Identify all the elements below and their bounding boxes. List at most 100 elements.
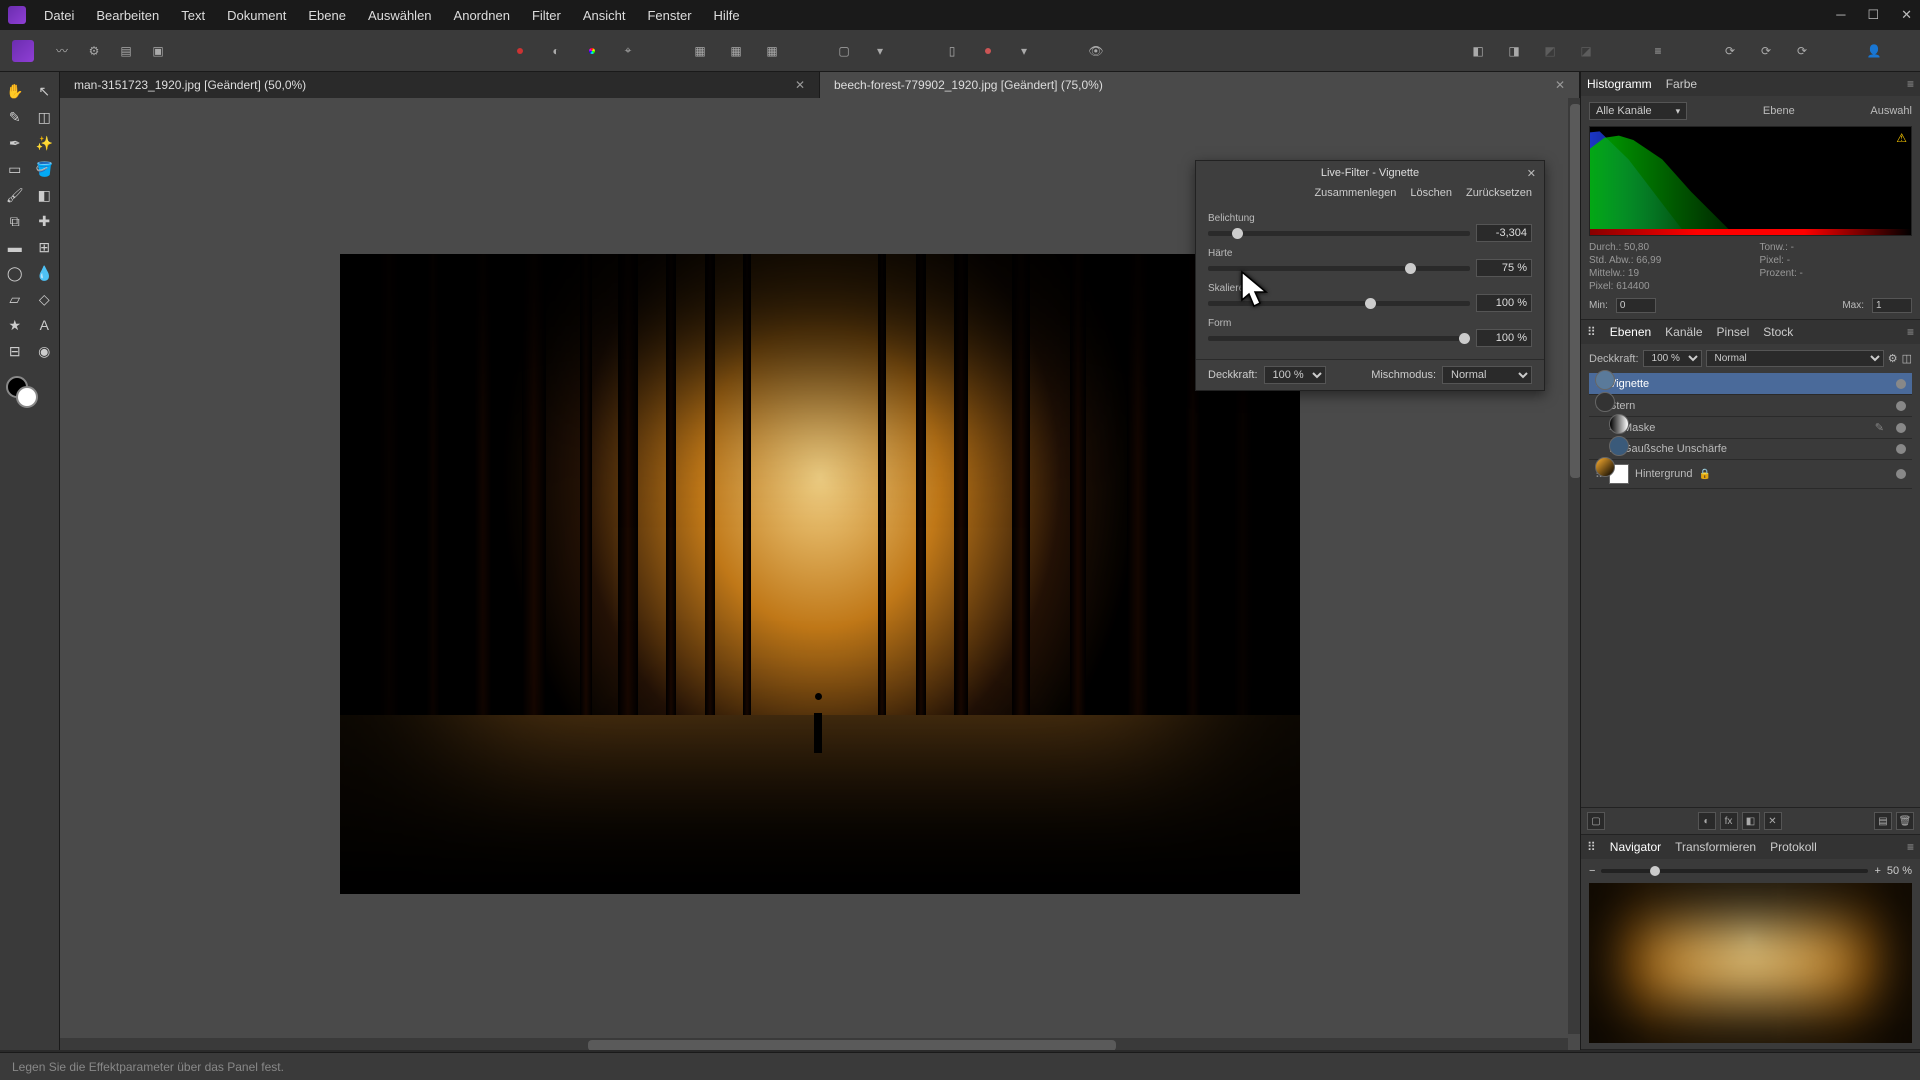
mesh-tool-icon[interactable]: ⊟ (0, 338, 30, 364)
layer-maske[interactable]: › Maske ✎ (1589, 417, 1912, 439)
mask-layer-button[interactable]: ▢ (1587, 812, 1605, 830)
visibility-toggle[interactable] (1896, 423, 1906, 433)
close-dialog-icon[interactable]: ✕ (1527, 167, 1536, 180)
move-tool-icon[interactable]: ↖ (30, 78, 60, 104)
menu-filter[interactable]: Filter (532, 8, 561, 23)
panel-menu-icon[interactable]: ≡ (1907, 77, 1914, 91)
visibility-toggle[interactable] (1896, 469, 1906, 479)
menu-arrange[interactable]: Anordnen (454, 8, 510, 23)
align-icon[interactable]: ≡ (1644, 37, 1672, 65)
sync-3-icon[interactable]: ⟳ (1788, 37, 1816, 65)
heal-tool-icon[interactable]: ✚ (30, 208, 60, 234)
visibility-toggle[interactable] (1896, 401, 1906, 411)
tab-stock[interactable]: Stock (1763, 325, 1793, 339)
hand-tool-icon[interactable]: ✋ (0, 78, 30, 104)
dialog-opacity-select[interactable]: 100 % (1264, 366, 1326, 384)
grid-2-icon[interactable]: ▦ (722, 37, 750, 65)
blend-options-icon[interactable]: ⚙ (1888, 352, 1898, 365)
arrange-4-icon[interactable]: ◪ (1572, 37, 1600, 65)
tab-transform[interactable]: Transformieren (1675, 840, 1756, 854)
hardness-slider[interactable] (1208, 266, 1470, 271)
close-window-button[interactable]: ✕ (1901, 7, 1912, 23)
brush-tool-icon[interactable]: 🖌 (0, 182, 30, 208)
adjust-button[interactable]: ◐ (1698, 812, 1716, 830)
menu-window[interactable]: Fenster (647, 8, 691, 23)
picker-icon[interactable]: ⌖ (614, 37, 642, 65)
delete-link[interactable]: Löschen (1410, 187, 1452, 199)
tab-navigator[interactable]: Navigator (1610, 840, 1661, 854)
color-wheel-icon[interactable] (578, 37, 606, 65)
dodge-tool-icon[interactable]: ◯ (0, 260, 30, 286)
zoom-in-button[interactable]: + (1874, 865, 1880, 877)
layer-vignette[interactable]: ⠿ Vignette (1589, 373, 1912, 395)
color-swatches[interactable] (6, 376, 46, 416)
scope-selection[interactable]: Auswahl (1870, 105, 1912, 117)
menu-file[interactable]: Datei (44, 8, 74, 23)
persona-photo-icon[interactable] (12, 40, 34, 62)
canvas[interactable] (340, 254, 1300, 894)
tab-channels[interactable]: Kanäle (1665, 325, 1702, 339)
arrange-2-icon[interactable]: ◨ (1500, 37, 1528, 65)
tab-histogram[interactable]: Histogramm (1587, 77, 1652, 91)
menu-document[interactable]: Dokument (227, 8, 286, 23)
zoom-out-button[interactable]: − (1589, 865, 1595, 877)
swatch-red-icon[interactable] (506, 37, 534, 65)
crop-ratio-icon[interactable]: ▯ (938, 37, 966, 65)
scrollbar-horizontal[interactable] (60, 1038, 1568, 1050)
edit-icon[interactable]: ✎ (1875, 421, 1884, 434)
pen-tool-icon[interactable]: ✒ (0, 130, 30, 156)
scrollbar-vertical[interactable] (1568, 98, 1580, 1034)
wand-tool-icon[interactable]: ✨ (30, 130, 60, 156)
menu-layer[interactable]: Ebene (308, 8, 346, 23)
shape-tool-icon[interactable]: ▱ (0, 286, 30, 312)
crop-tool-icon[interactable]: ◫ (30, 104, 60, 130)
panel-menu-icon[interactable]: ≡ (1907, 325, 1914, 339)
sync-1-icon[interactable]: ⟳ (1716, 37, 1744, 65)
aspect-icon[interactable] (974, 37, 1002, 65)
lock-icon[interactable]: 🔒 (1698, 469, 1710, 480)
grid-3-icon[interactable]: ▦ (758, 37, 786, 65)
layer-hintergrund[interactable]: ⠿ Hintergrund 🔒 (1589, 460, 1912, 489)
persona-develop-icon[interactable]: ⚙ (80, 37, 108, 65)
minimize-button[interactable]: ─ (1836, 7, 1845, 23)
menu-text[interactable]: Text (181, 8, 205, 23)
scale-slider[interactable] (1208, 301, 1470, 306)
sync-2-icon[interactable]: ⟳ (1752, 37, 1780, 65)
mask-button[interactable]: ◧ (1742, 812, 1760, 830)
reset-link[interactable]: Zurücksetzen (1466, 187, 1532, 199)
account-icon[interactable]: 👤 (1860, 37, 1888, 65)
arrange-1-icon[interactable]: ◧ (1464, 37, 1492, 65)
fx-button[interactable]: fx (1720, 812, 1738, 830)
dialog-blend-select[interactable]: Normal (1442, 366, 1532, 384)
blend-extra-icon[interactable]: ◫ (1902, 352, 1912, 365)
persona-tonemap-icon[interactable]: ▤ (112, 37, 140, 65)
panel-menu-icon[interactable]: ≡ (1907, 840, 1914, 854)
gradient-tool-icon[interactable]: ▬ (0, 234, 30, 260)
layer-blend-select[interactable]: Normal (1706, 350, 1884, 367)
dropdown-icon[interactable]: ▾ (866, 37, 894, 65)
menu-select[interactable]: Auswählen (368, 8, 432, 23)
layer-stern[interactable]: ⠿ Stern (1589, 395, 1912, 417)
lasso-tool-icon[interactable]: ✎ (0, 104, 30, 130)
marquee-tool-icon[interactable]: ▭ (0, 156, 30, 182)
exposure-value[interactable]: -3,304 (1476, 224, 1532, 242)
add-layer-button[interactable]: ▤ (1874, 812, 1892, 830)
live-filter-dialog[interactable]: Live-Filter - Vignette ✕ Zusammenlegen L… (1195, 160, 1545, 391)
persona-liquify-icon[interactable]: 〰 (48, 37, 76, 65)
scrollbar-thumb[interactable] (588, 1040, 1116, 1050)
clone-tool-icon[interactable]: ⧉ (0, 208, 30, 234)
stamp-tool-icon[interactable]: ⊞ (30, 234, 60, 260)
visibility-toggle[interactable] (1896, 444, 1906, 454)
tab-layers[interactable]: Ebenen (1610, 325, 1651, 339)
layer-opacity-select[interactable]: 100 % (1643, 350, 1702, 367)
auto-levels-icon[interactable]: ◐ (542, 37, 570, 65)
eyedropper-tool-icon[interactable]: ◉ (30, 338, 60, 364)
dropdown-2-icon[interactable]: ▾ (1010, 37, 1038, 65)
menu-view[interactable]: Ansicht (583, 8, 626, 23)
delete-layer-button[interactable]: 🗑 (1896, 812, 1914, 830)
preview-icon[interactable]: 👁 (1082, 37, 1110, 65)
max-input[interactable] (1872, 298, 1912, 313)
tab-brushes[interactable]: Pinsel (1717, 325, 1750, 339)
grid-1-icon[interactable]: ▦ (686, 37, 714, 65)
scope-layer[interactable]: Ebene (1763, 105, 1795, 117)
